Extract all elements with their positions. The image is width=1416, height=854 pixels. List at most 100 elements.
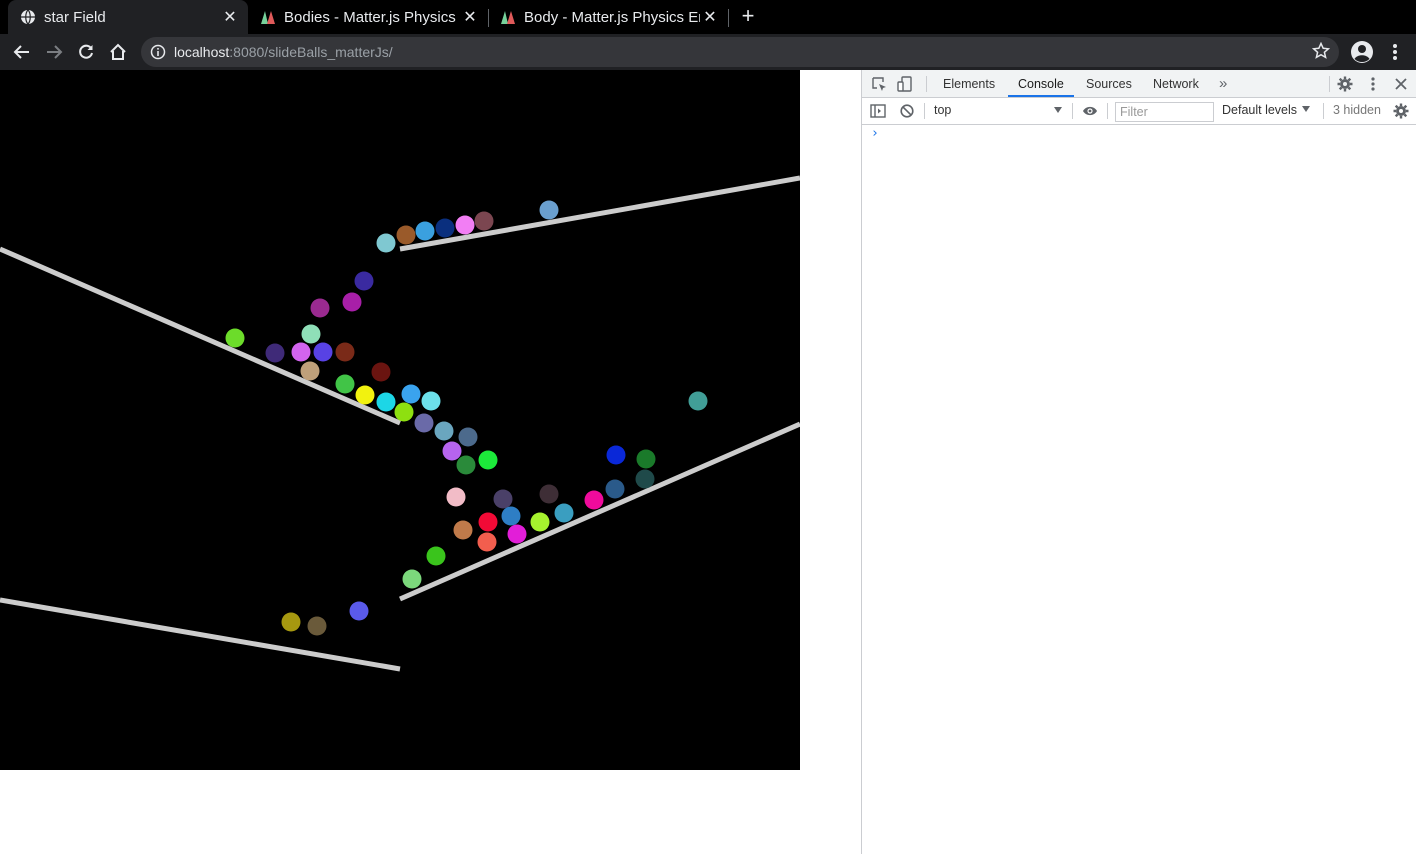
- context-selector[interactable]: top: [934, 103, 951, 117]
- ball: [456, 455, 476, 475]
- devtools-tab-bar: Elements Console Sources Network »: [862, 70, 1416, 98]
- ball: [539, 484, 559, 504]
- bookmark-star-icon[interactable]: [1312, 42, 1330, 60]
- ball: [606, 445, 626, 465]
- separator: [1323, 103, 1324, 119]
- ball: [477, 532, 497, 552]
- home-icon: [110, 43, 126, 60]
- ball: [371, 362, 391, 382]
- forward-button[interactable]: [42, 40, 66, 64]
- ball: [435, 218, 455, 238]
- tab-bodies-docs[interactable]: Bodies - Matter.js Physics Engine API Do…: [248, 0, 488, 34]
- ball: [605, 479, 625, 499]
- ball: [434, 421, 454, 441]
- ramp-2: [399, 175, 800, 252]
- arrow-left-icon: [13, 45, 29, 59]
- ball: [335, 342, 355, 362]
- device-toolbar-button[interactable]: [896, 75, 914, 93]
- tab-body-docs[interactable]: Body - Matter.js Physics Engine API Docs…: [488, 0, 728, 34]
- ball: [501, 506, 521, 526]
- device-icon: [897, 76, 912, 92]
- ramp-1: [0, 246, 401, 426]
- matterjs-icon: [501, 11, 515, 24]
- ball: [455, 215, 475, 235]
- live-expression-button[interactable]: [1081, 102, 1099, 120]
- console-toolbar: top Filter Default levels 3 hidden: [862, 98, 1416, 125]
- back-button[interactable]: [10, 40, 34, 64]
- inspect-element-button[interactable]: [870, 75, 888, 93]
- separator: [1107, 103, 1108, 119]
- url-path: :8080/slideBalls_matterJs/: [229, 44, 393, 60]
- log-levels-dropdown[interactable]: Default levels: [1222, 103, 1311, 117]
- tab-elements[interactable]: Elements: [943, 70, 995, 97]
- ball: [442, 441, 462, 461]
- console-settings-button[interactable]: [1392, 102, 1410, 120]
- ball: [313, 342, 333, 362]
- tab-title: star Field: [44, 8, 106, 26]
- ball: [688, 391, 708, 411]
- ball: [265, 343, 285, 363]
- gear-icon: [1393, 103, 1409, 119]
- address-bar[interactable]: localhost:8080/slideBalls_matterJs/: [141, 37, 1339, 67]
- ramp-3: [0, 597, 401, 672]
- ball: [421, 391, 441, 411]
- tab-title: Bodies - Matter.js Physics Engine API Do…: [284, 8, 460, 26]
- ball: [396, 225, 416, 245]
- ball: [335, 374, 355, 394]
- separator: [1329, 76, 1330, 92]
- devtools-panel: Elements Console Sources Network » top F…: [861, 70, 1416, 854]
- separator: [926, 76, 927, 92]
- profile-button[interactable]: [1350, 40, 1374, 64]
- devtools-menu-button[interactable]: [1364, 75, 1382, 93]
- eye-icon: [1083, 106, 1097, 116]
- arrow-right-icon: [47, 45, 63, 59]
- close-tab-icon[interactable]: ✕: [220, 7, 240, 27]
- ball: [349, 601, 369, 621]
- ball: [478, 450, 498, 470]
- console-prompt[interactable]: ›: [871, 126, 879, 141]
- ball: [539, 200, 559, 220]
- ball: [300, 361, 320, 381]
- ball: [478, 512, 498, 532]
- kebab-menu-icon: [1371, 77, 1375, 91]
- tab-title: Body - Matter.js Physics Engine API Docs: [524, 8, 700, 26]
- close-devtools-button[interactable]: [1392, 75, 1410, 93]
- sidebar-toggle-icon: [870, 104, 886, 118]
- ball: [281, 612, 301, 632]
- url-text: localhost:8080/slideBalls_matterJs/: [174, 44, 393, 60]
- close-tab-icon[interactable]: ✕: [460, 7, 480, 27]
- ball: [291, 342, 311, 362]
- close-tab-icon[interactable]: ✕: [700, 7, 720, 27]
- block-icon: [900, 104, 914, 118]
- info-icon[interactable]: [150, 44, 166, 60]
- browser-menu-button[interactable]: [1383, 40, 1407, 64]
- matterjs-icon: [261, 11, 275, 24]
- separator: [1072, 103, 1073, 119]
- ball: [402, 569, 422, 589]
- url-host: localhost: [174, 44, 230, 60]
- tab-console[interactable]: Console: [1008, 70, 1074, 97]
- reload-button[interactable]: [74, 40, 98, 64]
- kebab-menu-icon: [1393, 44, 1397, 60]
- log-levels-label: Default levels: [1222, 103, 1298, 117]
- tab-sources[interactable]: Sources: [1086, 70, 1132, 97]
- tab-strip: star Field ✕ Bodies - Matter.js Physics …: [0, 0, 1416, 34]
- console-sidebar-button[interactable]: [869, 102, 887, 120]
- ball: [635, 469, 655, 489]
- ball: [376, 392, 396, 412]
- new-tab-button[interactable]: +: [737, 5, 759, 28]
- ball: [394, 402, 414, 422]
- home-button[interactable]: [106, 40, 130, 64]
- gear-icon: [1337, 76, 1353, 92]
- ball: [354, 271, 374, 291]
- console-filter-input[interactable]: Filter: [1115, 102, 1214, 122]
- inspect-icon: [872, 77, 886, 91]
- tab-star-field[interactable]: star Field ✕: [8, 0, 248, 34]
- devtools-settings-button[interactable]: [1336, 75, 1354, 93]
- more-tabs-button[interactable]: »: [1219, 70, 1227, 97]
- ball: [301, 324, 321, 344]
- physics-canvas[interactable]: [0, 70, 800, 770]
- tab-network[interactable]: Network: [1153, 70, 1199, 97]
- clear-console-button[interactable]: [898, 102, 916, 120]
- tab-separator: [728, 9, 729, 27]
